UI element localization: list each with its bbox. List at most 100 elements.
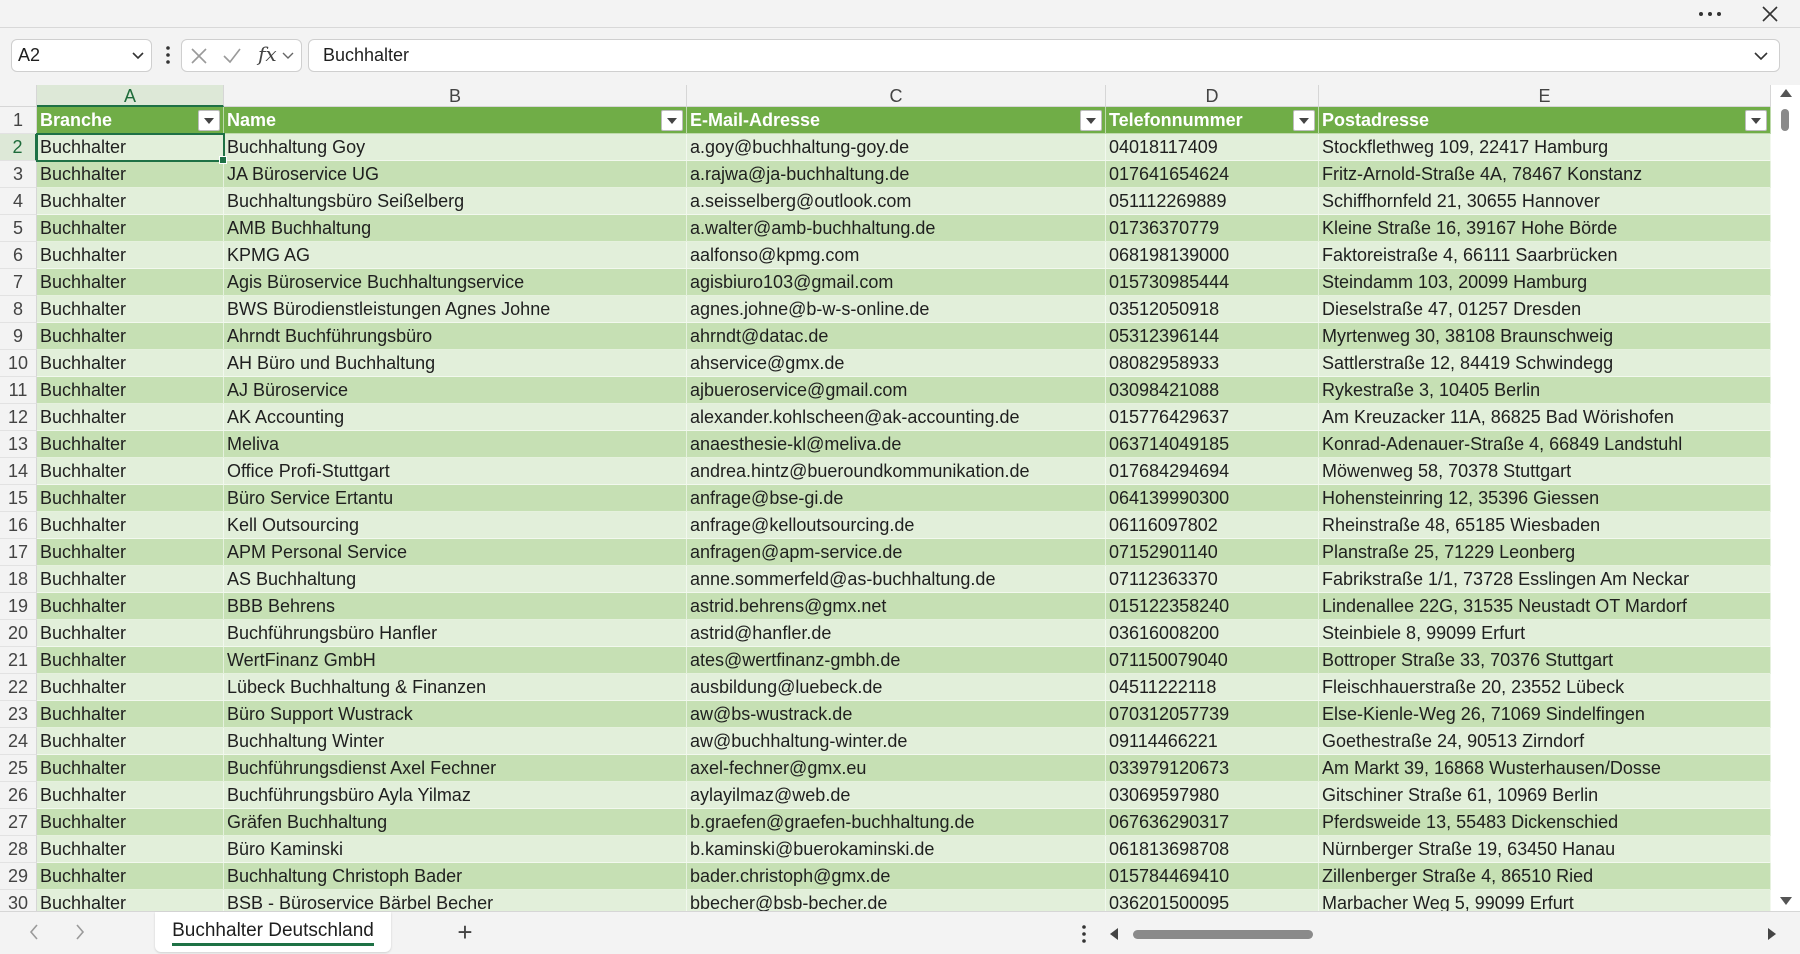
table-cell[interactable]: AH Büro und Buchhaltung [224,350,687,377]
row-header[interactable]: 12 [0,404,37,431]
row-header[interactable]: 23 [0,701,37,728]
table-cell[interactable]: Buchhalter [37,863,224,890]
table-cell[interactable]: Dieselstraße 47, 01257 Dresden [1319,296,1771,323]
table-cell[interactable]: 015122358240 [1106,593,1319,620]
table-cell[interactable]: Buchhalter [37,242,224,269]
chevron-down-icon[interactable] [131,49,145,63]
table-cell[interactable]: Marbacher Weg 5, 99099 Erfurt [1319,890,1771,911]
table-cell[interactable]: ates@wertfinanz-gmbh.de [687,647,1106,674]
table-cell[interactable]: Nürnberger Straße 19, 63450 Hanau [1319,836,1771,863]
table-cell[interactable]: Pferdsweide 13, 55483 Dickenschied [1319,809,1771,836]
table-cell[interactable]: KPMG AG [224,242,687,269]
row-header[interactable]: 1 [0,107,37,134]
table-cell[interactable]: Ahrndt Buchführungsbüro [224,323,687,350]
table-cell[interactable]: Buchhalter [37,404,224,431]
table-cell[interactable]: Lübeck Buchhaltung & Finanzen [224,674,687,701]
table-cell[interactable]: Buchhalter [37,755,224,782]
table-cell[interactable]: Lindenallee 22G, 31535 Neustadt OT Mardo… [1319,593,1771,620]
table-cell[interactable]: 070312057739 [1106,701,1319,728]
table-cell[interactable]: AMB Buchhaltung [224,215,687,242]
table-cell[interactable]: agisbiuro103@gmail.com [687,269,1106,296]
table-cell[interactable]: Buchhalter [37,809,224,836]
table-cell[interactable]: Buchhalter [37,188,224,215]
vertical-dots-icon[interactable] [160,43,176,67]
table-cell[interactable]: Büro Support Wustrack [224,701,687,728]
chevron-down-icon[interactable] [282,50,294,62]
scroll-up-icon[interactable] [1780,89,1792,97]
table-cell[interactable]: Buchhaltung Goy [224,134,687,161]
table-cell[interactable]: 017641654624 [1106,161,1319,188]
row-header[interactable]: 5 [0,215,37,242]
row-header[interactable]: 26 [0,782,37,809]
table-cell[interactable]: 03616008200 [1106,620,1319,647]
formula-input[interactable]: Buchhalter [308,39,1780,72]
table-cell[interactable]: Buchhaltung Christoph Bader [224,863,687,890]
table-cell[interactable]: Buchhalter [37,323,224,350]
scroll-right-icon[interactable] [1768,928,1776,940]
row-header[interactable]: 18 [0,566,37,593]
table-cell[interactable]: Steinbiele 8, 99099 Erfurt [1319,620,1771,647]
row-header[interactable]: 22 [0,674,37,701]
table-cell[interactable]: Buchhalter [37,458,224,485]
table-cell[interactable]: Buchhalter [37,674,224,701]
table-cell[interactable]: 071150079040 [1106,647,1319,674]
column-header-b[interactable]: B [224,85,687,107]
table-cell[interactable]: 04511222118 [1106,674,1319,701]
table-cell[interactable]: anfrage@bse-gi.de [687,485,1106,512]
table-cell[interactable]: andrea.hintz@bueroundkommunikation.de [687,458,1106,485]
table-cell[interactable]: 015776429637 [1106,404,1319,431]
table-cell[interactable]: Buchhalter [37,539,224,566]
table-cell[interactable]: 063714049185 [1106,431,1319,458]
table-cell[interactable]: BWS Bürodienstleistungen Agnes Johne [224,296,687,323]
table-cell[interactable]: ausbildung@luebeck.de [687,674,1106,701]
table-cell[interactable]: 07112363370 [1106,566,1319,593]
table-cell[interactable]: Buchhalter [37,620,224,647]
scroll-down-icon[interactable] [1780,897,1792,905]
table-cell[interactable]: anaesthesie-kl@meliva.de [687,431,1106,458]
row-header[interactable]: 17 [0,539,37,566]
row-header[interactable]: 21 [0,647,37,674]
table-cell[interactable]: Buchhalter [37,836,224,863]
table-cell[interactable]: 051112269889 [1106,188,1319,215]
row-header[interactable]: 28 [0,836,37,863]
row-header[interactable]: 20 [0,620,37,647]
table-cell[interactable]: Schiffhornfeld 21, 30655 Hannover [1319,188,1771,215]
table-cell[interactable]: Buchhalter [37,269,224,296]
table-cell[interactable]: aalfonso@kpmg.com [687,242,1106,269]
horizontal-scrollbar[interactable] [1108,924,1780,944]
table-cell[interactable]: Rykestraße 3, 10405 Berlin [1319,377,1771,404]
table-cell[interactable]: ahservice@gmx.de [687,350,1106,377]
table-cell[interactable]: AK Accounting [224,404,687,431]
table-cell[interactable]: a.seisselberg@outlook.com [687,188,1106,215]
filter-dropdown-icon[interactable] [198,110,220,131]
table-cell[interactable]: 06116097802 [1106,512,1319,539]
table-cell[interactable]: Gräfen Buchhaltung [224,809,687,836]
table-cell[interactable]: AS Buchhaltung [224,566,687,593]
row-header[interactable]: 14 [0,458,37,485]
table-cell[interactable]: Stockflethweg 109, 22417 Hamburg [1319,134,1771,161]
horizontal-scroll-thumb[interactable] [1133,930,1313,939]
row-header[interactable]: 6 [0,242,37,269]
add-sheet-button[interactable]: + [450,918,480,948]
table-cell[interactable]: Büro Kaminski [224,836,687,863]
table-cell[interactable]: Fleischhauerstraße 20, 23552 Lübeck [1319,674,1771,701]
table-cell[interactable]: Möwenweg 58, 70378 Stuttgart [1319,458,1771,485]
table-cell[interactable]: Buchhaltungsbüro Seißelberg [224,188,687,215]
row-header[interactable]: 25 [0,755,37,782]
row-header[interactable]: 15 [0,485,37,512]
row-header[interactable]: 24 [0,728,37,755]
vertical-dots-icon[interactable] [1078,922,1090,946]
table-cell[interactable]: aylayilmaz@web.de [687,782,1106,809]
table-cell[interactable]: Zillenberger Straße 4, 86510 Ried [1319,863,1771,890]
table-cell[interactable]: Gitschiner Straße 61, 10969 Berlin [1319,782,1771,809]
vertical-scroll-thumb[interactable] [1781,109,1789,131]
table-cell[interactable]: Buchhalter [37,701,224,728]
filter-dropdown-icon[interactable] [1745,110,1767,131]
table-cell[interactable]: aw@buchhaltung-winter.de [687,728,1106,755]
table-cell[interactable]: aw@bs-wustrack.de [687,701,1106,728]
table-cell[interactable]: Konrad-Adenauer-Straße 4, 66849 Landstuh… [1319,431,1771,458]
expand-formula-icon[interactable] [1753,49,1769,63]
table-cell[interactable]: Planstraße 25, 71229 Leonberg [1319,539,1771,566]
check-icon[interactable] [222,47,242,65]
table-cell[interactable]: Buchhalter [37,647,224,674]
